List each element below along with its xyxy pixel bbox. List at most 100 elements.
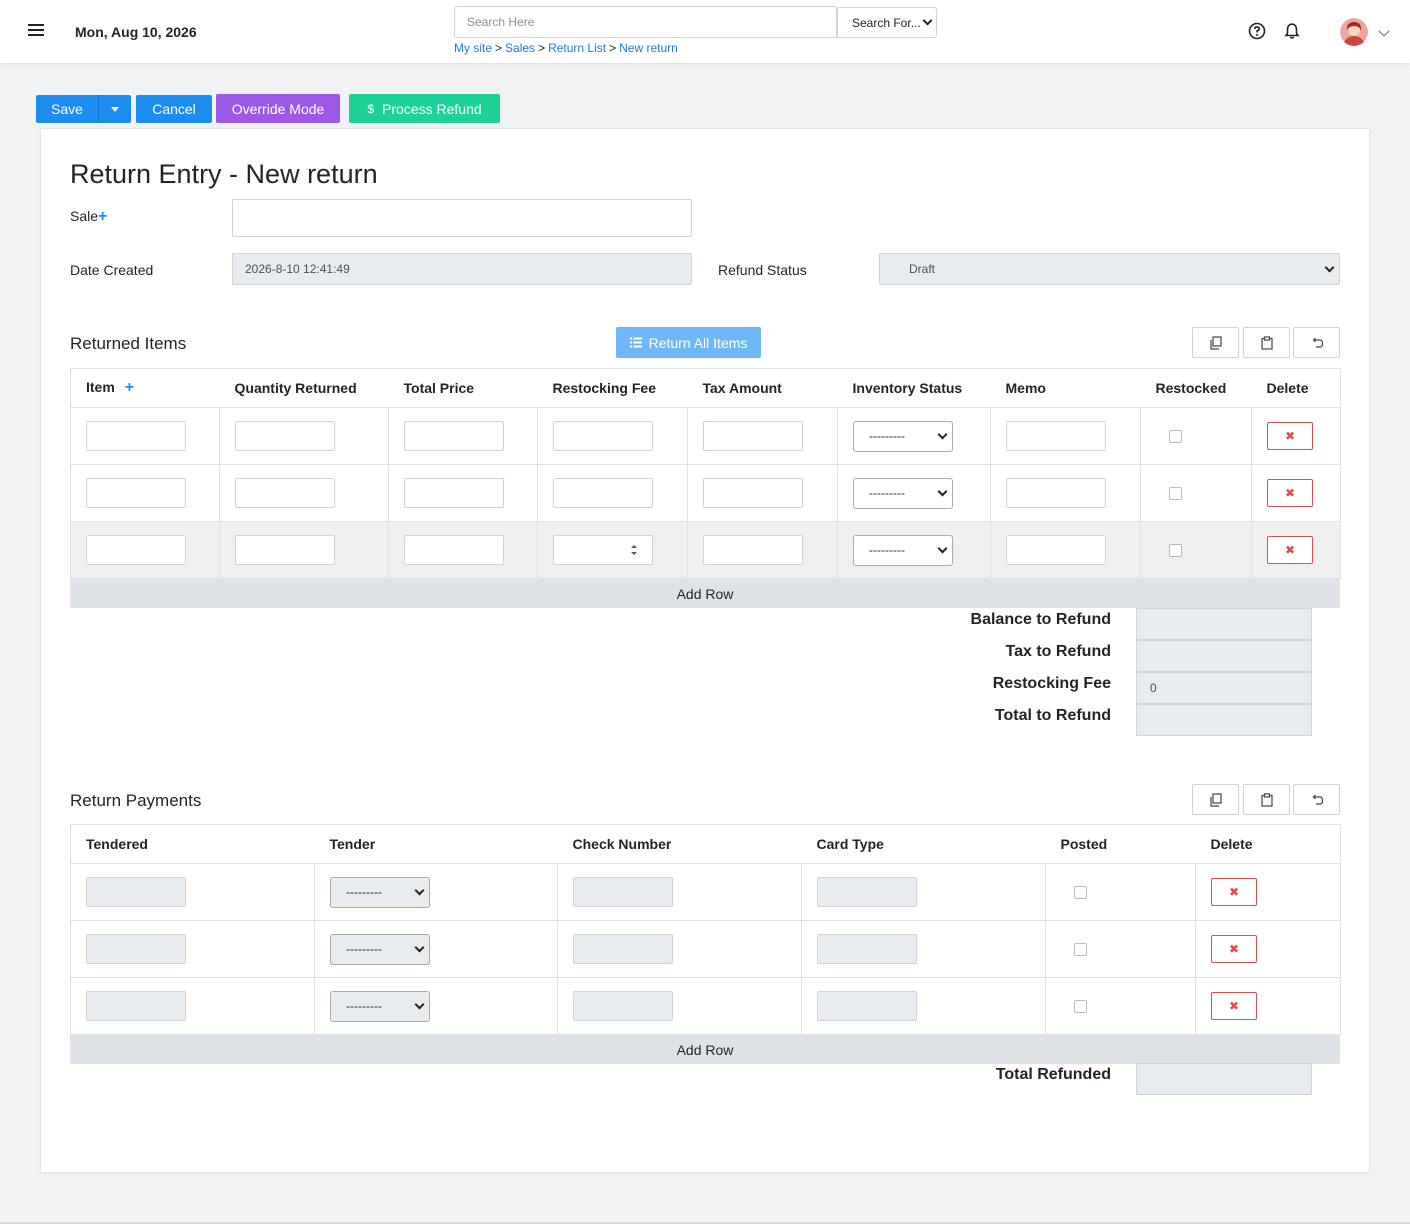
undo-button[interactable] xyxy=(1293,784,1340,815)
number-spinner-icon[interactable] xyxy=(630,543,638,557)
delete-row-button[interactable]: ✖ xyxy=(1211,935,1257,963)
copy-button[interactable] xyxy=(1192,327,1239,358)
column-header: Memo xyxy=(990,368,1141,408)
tendered-input[interactable] xyxy=(86,877,186,907)
posted-checkbox[interactable] xyxy=(1074,999,1087,1013)
tax-amount-input[interactable] xyxy=(703,535,803,565)
breadcrumb-new-return[interactable]: New return xyxy=(619,41,678,55)
check-number-input[interactable] xyxy=(573,877,673,907)
check-number-input[interactable] xyxy=(573,934,673,964)
tendered-input[interactable] xyxy=(86,991,186,1021)
save-options-button[interactable] xyxy=(98,95,131,123)
table-header-row: Item + Quantity Returned Total Price Res… xyxy=(70,368,1341,408)
column-header: Tax Amount xyxy=(687,368,838,408)
chevron-down-icon[interactable] xyxy=(1378,25,1390,37)
save-button[interactable]: Save xyxy=(36,95,98,123)
total-price-input[interactable] xyxy=(404,478,504,508)
override-mode-button[interactable]: Override Mode xyxy=(216,94,340,123)
tendered-input[interactable] xyxy=(86,934,186,964)
table-row: --------- ✖ xyxy=(70,464,1341,522)
total-to-refund-field xyxy=(1136,704,1312,736)
breadcrumb-return-list[interactable]: Return List xyxy=(548,41,606,55)
inventory-status-value: --------- xyxy=(869,429,905,443)
tender-select[interactable]: --------- xyxy=(330,876,430,908)
posted-checkbox[interactable] xyxy=(1074,942,1087,956)
avatar[interactable] xyxy=(1340,18,1368,46)
notification-bell-icon[interactable] xyxy=(1283,22,1301,40)
memo-input[interactable] xyxy=(1006,478,1106,508)
column-header: Tender xyxy=(314,824,558,864)
restocked-checkbox[interactable] xyxy=(1169,543,1182,557)
return-all-items-button[interactable]: Return All Items xyxy=(616,327,761,358)
memo-input[interactable] xyxy=(1006,421,1106,451)
restocked-checkbox[interactable] xyxy=(1169,486,1182,500)
cancel-button[interactable]: Cancel xyxy=(136,95,212,123)
card-type-input[interactable] xyxy=(817,934,917,964)
refund-status-select[interactable]: Draft xyxy=(879,253,1340,285)
delete-row-button[interactable]: ✖ xyxy=(1267,536,1313,564)
tax-amount-input[interactable] xyxy=(703,421,803,451)
add-sale-icon[interactable]: + xyxy=(98,208,107,225)
search-input[interactable] xyxy=(454,6,837,38)
table-header-row: Tendered Tender Check Number Card Type P… xyxy=(70,824,1341,864)
item-input[interactable] xyxy=(86,478,186,508)
memo-input[interactable] xyxy=(1006,535,1106,565)
breadcrumb-my-site[interactable]: My site xyxy=(454,41,492,55)
return-payments-table: Tendered Tender Check Number Card Type P… xyxy=(70,824,1341,1035)
quantity-returned-input[interactable] xyxy=(235,421,335,451)
restocking-fee-input[interactable] xyxy=(553,478,653,508)
total-refunded-field xyxy=(1136,1063,1312,1095)
restocked-checkbox[interactable] xyxy=(1169,429,1182,443)
chevron-down-icon xyxy=(414,999,425,1009)
chevron-down-icon xyxy=(922,15,933,26)
item-input[interactable] xyxy=(86,421,186,451)
delete-row-button[interactable]: ✖ xyxy=(1267,479,1313,507)
page-title: Return Entry - New return xyxy=(70,159,378,189)
card-type-input[interactable] xyxy=(817,991,917,1021)
delete-row-button[interactable]: ✖ xyxy=(1211,992,1257,1020)
quantity-returned-input[interactable] xyxy=(235,535,335,565)
posted-checkbox[interactable] xyxy=(1074,885,1087,899)
paste-button[interactable] xyxy=(1243,784,1290,815)
restocking-fee-input[interactable] xyxy=(553,535,653,565)
clipboard-icon xyxy=(1260,335,1273,350)
undo-button[interactable] xyxy=(1293,327,1340,358)
restocking-fee-input[interactable] xyxy=(553,421,653,451)
inventory-status-select[interactable]: --------- xyxy=(853,420,953,452)
breadcrumb-sales[interactable]: Sales xyxy=(505,41,535,55)
add-payment-row-button[interactable]: Add Row xyxy=(70,1035,1340,1064)
chevron-down-icon xyxy=(937,543,948,553)
menu-icon[interactable] xyxy=(28,24,44,38)
returned-items-table: Item + Quantity Returned Total Price Res… xyxy=(70,368,1341,579)
delete-row-button[interactable]: ✖ xyxy=(1211,878,1257,906)
column-header: Delete xyxy=(1251,368,1341,408)
help-icon[interactable] xyxy=(1248,22,1266,40)
copy-button[interactable] xyxy=(1192,784,1239,815)
process-refund-button[interactable]: $ Process Refund xyxy=(349,94,500,123)
check-number-input[interactable] xyxy=(573,991,673,1021)
search-for-label: Search For... xyxy=(852,15,921,30)
column-header: Card Type xyxy=(801,824,1046,864)
table-row: --------- ✖ xyxy=(70,863,1341,921)
sale-input[interactable] xyxy=(232,199,692,237)
total-price-input[interactable] xyxy=(404,535,504,565)
quantity-returned-input[interactable] xyxy=(235,478,335,508)
paste-button[interactable] xyxy=(1243,327,1290,358)
top-bar: Mon, Aug 10, 2026 Search For... My site>… xyxy=(0,0,1410,63)
tax-amount-input[interactable] xyxy=(703,478,803,508)
refund-status-label: Refund Status xyxy=(718,262,807,278)
inventory-status-select[interactable]: --------- xyxy=(853,477,953,509)
inventory-status-select[interactable]: --------- xyxy=(853,534,953,566)
search-for-select[interactable]: Search For... xyxy=(837,7,937,38)
add-item-icon[interactable]: + xyxy=(125,379,134,396)
tender-select[interactable]: --------- xyxy=(330,933,430,965)
add-row-button[interactable]: Add Row xyxy=(70,579,1340,608)
item-input[interactable] xyxy=(86,535,186,565)
date-created-label: Date Created xyxy=(70,262,154,278)
tender-select[interactable]: --------- xyxy=(330,990,430,1022)
column-header: Delete xyxy=(1195,824,1341,864)
total-price-input[interactable] xyxy=(404,421,504,451)
card-type-input[interactable] xyxy=(817,877,917,907)
delete-row-button[interactable]: ✖ xyxy=(1267,422,1313,450)
tender-value: --------- xyxy=(346,885,382,899)
